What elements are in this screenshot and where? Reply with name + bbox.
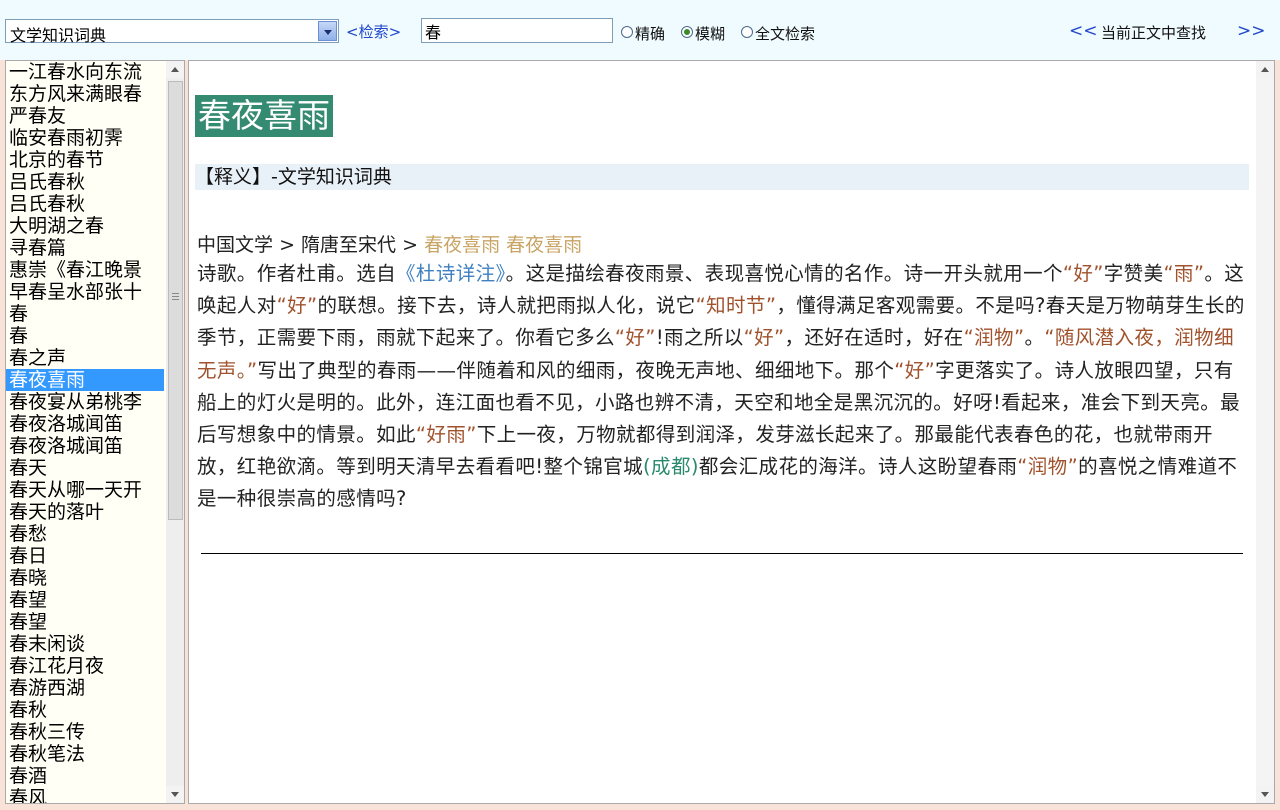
scroll-up-icon[interactable] bbox=[166, 61, 184, 78]
list-item[interactable]: 严春友 bbox=[6, 105, 164, 127]
list-item[interactable]: 春末闲谈 bbox=[6, 633, 164, 655]
entry-title: 春夜喜雨 bbox=[195, 95, 333, 137]
mode-fuzzy-radio[interactable]: 模糊 bbox=[681, 23, 725, 44]
quoted-term: “好雨” bbox=[415, 423, 477, 447]
breadcrumb-separator: > bbox=[402, 234, 419, 256]
content-scrollbar[interactable] bbox=[1256, 61, 1274, 803]
list-item[interactable]: 春游西湖 bbox=[6, 677, 164, 699]
list-item[interactable]: 春望 bbox=[6, 611, 164, 633]
body-text: ，还好在适时，好在 bbox=[784, 326, 964, 350]
mode-fulltext-radio[interactable]: 全文检索 bbox=[741, 23, 815, 44]
body-text: 。这是描绘春夜雨景、表现喜悦心情的名作。诗一开头就用一个 bbox=[505, 262, 1063, 285]
list-item[interactable]: 早春呈水部张十 bbox=[6, 281, 164, 303]
dictionary-select-value: 文学知识词典 bbox=[10, 26, 107, 45]
body-text: 都会汇成花的海洋。诗人这盼望春雨 bbox=[698, 455, 1018, 479]
mode-fulltext-label: 全文检索 bbox=[755, 25, 816, 43]
scroll-thumb[interactable] bbox=[168, 81, 183, 520]
toolbar: 文学知识词典 <检索> 精确 模糊 全文检索 << 当前正文中查找 >> bbox=[0, 0, 1280, 60]
list-item[interactable]: 吕氏春秋 bbox=[6, 193, 164, 215]
list-item[interactable]: 春夜洛城闻笛 bbox=[6, 413, 164, 435]
quoted-term: “好” bbox=[894, 358, 936, 382]
list-item[interactable]: 春 bbox=[6, 303, 164, 325]
list-item[interactable]: 寻春篇 bbox=[6, 237, 164, 259]
search-button[interactable]: <检索> bbox=[346, 21, 401, 42]
radio-icon bbox=[741, 26, 753, 38]
list-item[interactable]: 春天 bbox=[6, 457, 164, 479]
entry-content: 春夜喜雨 【释义】-文学知识词典 中国文学 > 隋唐至宋代 > 春夜喜雨 春夜喜… bbox=[188, 60, 1275, 804]
radio-checked-icon bbox=[681, 26, 693, 38]
word-list-panel: 一江春水向东流 东方风来满眼春 严春友 临安春雨初霁 北京的春节 吕氏春秋 吕氏春秋 大明湖之… bbox=[5, 60, 185, 804]
list-item[interactable]: 春风 bbox=[6, 787, 164, 803]
scroll-down-icon[interactable] bbox=[1256, 786, 1274, 803]
body-text: 写出了典型的春雨——伴随着和风的细雨，夜晚无声地、细细地下。那个 bbox=[257, 358, 895, 382]
list-item[interactable]: 春秋 bbox=[6, 699, 164, 721]
place-name: (成都) bbox=[643, 455, 699, 479]
scroll-down-icon[interactable] bbox=[166, 786, 184, 803]
list-item[interactable]: 春酒 bbox=[6, 765, 164, 787]
list-item[interactable]: 春 bbox=[6, 325, 164, 347]
dictionary-select[interactable]: 文学知识词典 bbox=[5, 19, 339, 45]
find-next-button[interactable]: >> bbox=[1237, 21, 1266, 41]
list-item[interactable]: 一江春水向东流 bbox=[6, 61, 164, 83]
quoted-term: “好” bbox=[743, 326, 785, 350]
list-item[interactable]: 北京的春节 bbox=[6, 149, 164, 171]
list-item[interactable]: 春夜宴从弟桃李 bbox=[6, 391, 164, 413]
list-item[interactable]: 春望 bbox=[6, 589, 164, 611]
radio-icon bbox=[621, 26, 633, 38]
scroll-up-icon[interactable] bbox=[1256, 61, 1274, 78]
breadcrumb-separator: > bbox=[279, 234, 295, 256]
quoted-term: “好” bbox=[1062, 262, 1104, 285]
sidebar-scrollbar[interactable] bbox=[166, 61, 184, 803]
list-item[interactable]: 吕氏春秋 bbox=[6, 171, 164, 193]
find-in-text-label: 当前正文中查找 bbox=[1101, 24, 1207, 42]
list-item[interactable]: 临安春雨初霁 bbox=[6, 127, 164, 149]
list-item[interactable]: 春江花月夜 bbox=[6, 655, 164, 677]
breadcrumb-period: 隋唐至宋代 bbox=[301, 234, 397, 256]
breadcrumb-link[interactable]: 春夜喜雨 bbox=[506, 234, 582, 256]
body-text: !雨之所以 bbox=[655, 326, 744, 350]
quoted-term: “润物” bbox=[1017, 455, 1079, 479]
mode-exact-label: 精确 bbox=[635, 25, 666, 43]
body-text: 诗歌。作者杜甫。选自 bbox=[197, 262, 397, 285]
search-input[interactable] bbox=[421, 18, 613, 43]
quoted-term: “知时节” bbox=[695, 294, 777, 318]
breadcrumb-root: 中国文学 bbox=[197, 234, 274, 256]
find-prev-button[interactable]: << bbox=[1069, 21, 1098, 41]
list-item[interactable]: 春秋三传 bbox=[6, 721, 164, 743]
mode-fuzzy-label: 模糊 bbox=[695, 25, 726, 43]
list-item[interactable]: 春夜洛城闻笛 bbox=[6, 435, 164, 457]
quoted-term: “好” bbox=[276, 294, 318, 318]
word-list: 一江春水向东流 东方风来满眼春 严春友 临安春雨初霁 北京的春节 吕氏春秋 吕氏春秋 大明湖之… bbox=[6, 61, 164, 803]
grip-icon bbox=[172, 293, 179, 294]
list-item[interactable]: 春之声 bbox=[6, 347, 164, 369]
mode-exact-radio[interactable]: 精确 bbox=[621, 23, 665, 44]
list-item[interactable]: 春天从哪一天开 bbox=[6, 479, 164, 501]
list-item[interactable]: 春日 bbox=[6, 545, 164, 567]
body-text: 的联想。接下去，诗人就把雨拟人化，说它 bbox=[317, 294, 696, 318]
quoted-term: “雨” bbox=[1163, 262, 1205, 285]
list-item[interactable]: 春天的落叶 bbox=[6, 501, 164, 523]
quoted-term: “好” bbox=[614, 326, 656, 350]
breadcrumb-link[interactable]: 春夜喜雨 bbox=[424, 234, 500, 256]
quoted-term: “润物” bbox=[963, 326, 1025, 350]
body-text: 字赞美 bbox=[1103, 262, 1164, 285]
book-link[interactable]: 《杜诗详注》 bbox=[396, 262, 506, 285]
entry-body: 诗歌。作者杜甫。选自《杜诗详注》。这是描绘春夜雨景、表现喜悦心情的名作。诗一开头… bbox=[197, 258, 1247, 516]
list-item[interactable]: 大明湖之春 bbox=[6, 215, 164, 237]
body-text: 。 bbox=[1024, 326, 1045, 350]
breadcrumb: 中国文学 > 隋唐至宋代 > 春夜喜雨 春夜喜雨 bbox=[197, 230, 582, 257]
list-item[interactable]: 惠崇《春江晚景 bbox=[6, 259, 164, 281]
list-item[interactable]: 春晓 bbox=[6, 567, 164, 589]
list-item[interactable]: 东方风来满眼春 bbox=[6, 83, 164, 105]
meaning-header: 【释义】-文学知识词典 bbox=[195, 164, 1249, 190]
list-item[interactable]: 春夜喜雨 bbox=[6, 369, 164, 391]
list-item[interactable]: 春秋笔法 bbox=[6, 743, 164, 765]
chevron-down-icon[interactable] bbox=[318, 21, 337, 41]
divider bbox=[201, 553, 1243, 554]
list-item[interactable]: 春愁 bbox=[6, 523, 164, 545]
